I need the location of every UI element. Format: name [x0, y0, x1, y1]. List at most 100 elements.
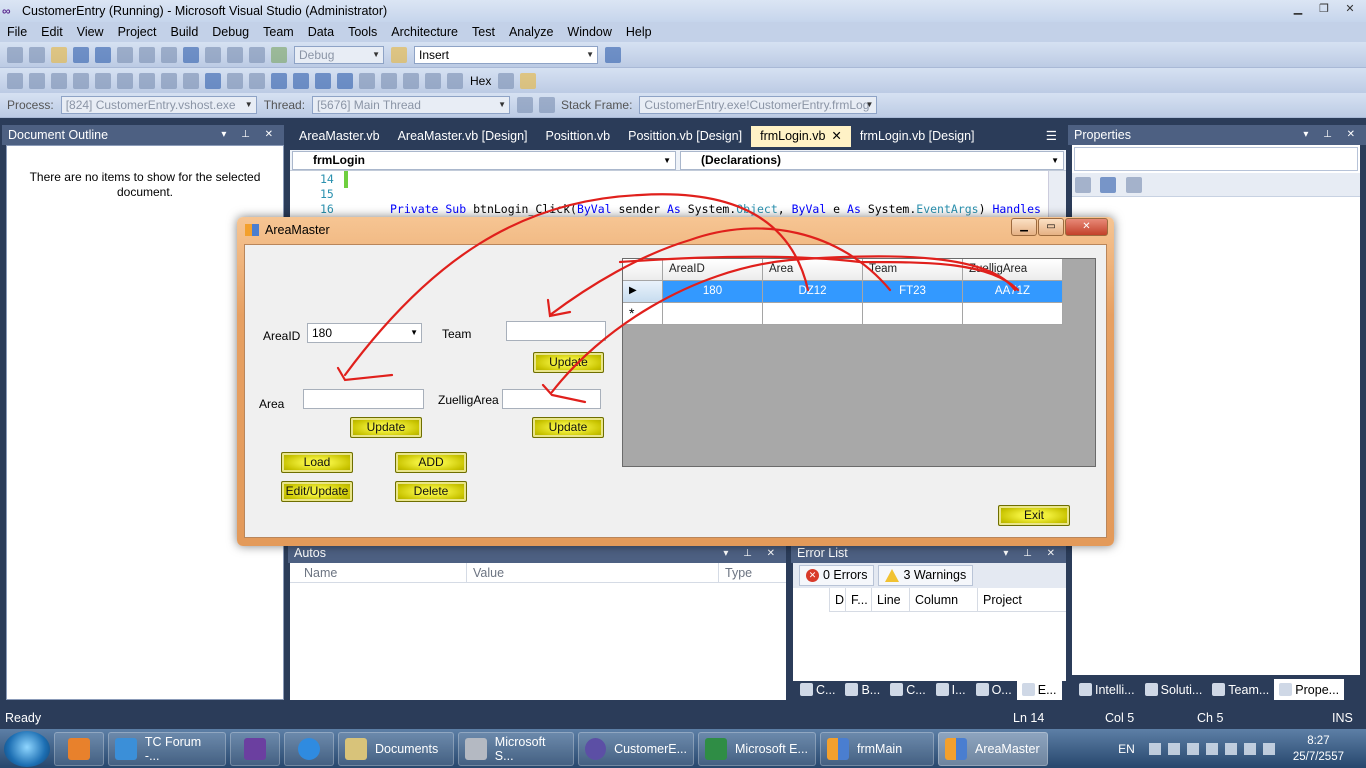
bookmark-icon[interactable]: [205, 72, 221, 89]
new-project-icon[interactable]: [7, 46, 23, 63]
cell-new-team[interactable]: [863, 303, 963, 325]
taskbar-media-player[interactable]: [54, 731, 104, 766]
member-combo[interactable]: (Declarations) ▼: [680, 151, 1064, 170]
taskbar-frmmain[interactable]: frmMain: [820, 731, 934, 766]
outdent-icon[interactable]: [139, 72, 155, 89]
clock[interactable]: 8:27 25/7/2557: [1293, 733, 1344, 765]
step-out-icon[interactable]: [425, 72, 441, 89]
col-area[interactable]: Area: [763, 259, 863, 281]
tab-areamaster-vb[interactable]: AreaMaster.vb: [290, 126, 389, 147]
new-row[interactable]: *: [623, 303, 1063, 325]
cell-area[interactable]: DZ12: [763, 281, 863, 303]
navigate-back-icon[interactable]: [227, 46, 243, 63]
cell-new-zuellig-area[interactable]: [963, 303, 1063, 325]
col-areaid[interactable]: AreaID: [663, 259, 763, 281]
col-file[interactable]: F...: [845, 588, 871, 611]
tab-breakpoints[interactable]: B...: [840, 679, 885, 700]
taskbar-microsoft-excel[interactable]: Microsoft E...: [698, 731, 816, 766]
close-button[interactable]: ✕: [1338, 1, 1362, 18]
drive-icon[interactable]: [1262, 742, 1275, 755]
cell-zuellig-area[interactable]: AA71Z: [963, 281, 1063, 303]
menu-file[interactable]: File: [0, 25, 34, 39]
menu-build[interactable]: Build: [163, 25, 205, 39]
menu-help[interactable]: Help: [619, 25, 659, 39]
area-update-button[interactable]: Update: [350, 417, 422, 438]
open-file-icon[interactable]: [51, 46, 67, 63]
object-combo[interactable]: frmLogin ▼: [292, 151, 676, 170]
tab-error-list[interactable]: E...: [1016, 679, 1062, 700]
stop-debug-icon[interactable]: [315, 72, 331, 89]
add-button[interactable]: ADD: [395, 452, 467, 473]
categorized-icon[interactable]: [1075, 177, 1091, 193]
windows-icon[interactable]: [520, 72, 537, 89]
save-all-icon[interactable]: [95, 46, 111, 63]
tab-output[interactable]: O...: [971, 679, 1017, 700]
stack-frame-combo[interactable]: CustomerEntry.exe!CustomerEntry.frmLog ▼: [639, 96, 878, 114]
align-icon[interactable]: [7, 72, 23, 89]
taskbar-customer-entry[interactable]: CustomerE...: [578, 731, 694, 766]
bookmark-prev-icon[interactable]: [227, 72, 243, 89]
start-debug-icon[interactable]: [271, 46, 287, 63]
tab-properties[interactable]: Prope...: [1274, 679, 1345, 700]
bookmark-next-icon[interactable]: [249, 72, 265, 89]
cell-new-areaid[interactable]: [663, 303, 763, 325]
tab-posittion-vb[interactable]: Posittion.vb: [537, 126, 620, 147]
process-combo[interactable]: [824] CustomerEntry.vshost.exe ▼: [60, 96, 257, 114]
menu-tools[interactable]: Tools: [341, 25, 384, 39]
redo-icon[interactable]: [205, 46, 221, 63]
tab-frmlogin-design[interactable]: frmLogin.vb [Design]: [851, 126, 984, 147]
tab-frmlogin-vb[interactable]: frmLogin.vb ✕: [751, 126, 851, 147]
tab-solution-explorer[interactable]: Soluti...: [1140, 679, 1208, 700]
toggle-flag-icon[interactable]: [517, 97, 534, 113]
breakpoints-icon[interactable]: [498, 72, 515, 89]
hex-toggle[interactable]: Hex: [470, 74, 491, 88]
continue-icon[interactable]: [271, 72, 287, 89]
volume-icon[interactable]: [1186, 742, 1199, 755]
comment-icon[interactable]: [161, 72, 177, 89]
zuellig-update-button[interactable]: Update: [532, 417, 604, 438]
errors-filter-button[interactable]: ✕ 0 Errors: [799, 565, 875, 586]
menu-team[interactable]: Team: [256, 25, 301, 39]
dialog-minimize-button[interactable]: ▁: [1011, 218, 1037, 236]
pin-icon[interactable]: ▾ ⊥ ✕: [1003, 544, 1061, 563]
zuellig-area-input[interactable]: [502, 389, 601, 409]
taskbar-visual-studio[interactable]: [230, 731, 280, 766]
close-tab-icon[interactable]: ✕: [831, 129, 841, 143]
load-button[interactable]: Load: [281, 452, 353, 473]
current-row-indicator[interactable]: ▶: [623, 281, 663, 303]
tab-call-stack[interactable]: C...: [795, 679, 840, 700]
data-grid[interactable]: AreaID Area Team ZuelligArea ▶ 180 DZ12 …: [622, 258, 1096, 467]
col-project[interactable]: Project: [977, 588, 1061, 611]
taskbar-microsoft-sql[interactable]: Microsoft S...: [458, 731, 574, 766]
pin-icon[interactable]: ▾ ⊥ ✕: [221, 125, 279, 145]
menu-window[interactable]: Window: [560, 25, 618, 39]
areaid-dropdown[interactable]: 180 ▼: [307, 323, 422, 343]
menu-architecture[interactable]: Architecture: [384, 25, 465, 39]
tray-flag-icon[interactable]: [1167, 742, 1180, 755]
taskbar-tc-forum[interactable]: TC Forum -...: [108, 731, 226, 766]
tab-dropdown-icon[interactable]: ☰: [1037, 126, 1066, 147]
copy-icon[interactable]: [139, 46, 155, 63]
restart-icon[interactable]: [337, 72, 353, 89]
find-combo[interactable]: Insert ▼: [414, 45, 598, 64]
col-zuellig-area[interactable]: ZuelligArea: [963, 259, 1063, 281]
delete-button[interactable]: Delete: [395, 481, 467, 502]
team-update-button[interactable]: Update: [533, 352, 604, 373]
uncomment-icon[interactable]: [183, 72, 199, 89]
menu-project[interactable]: Project: [111, 25, 164, 39]
navigate-forward-icon[interactable]: [249, 46, 265, 63]
menu-analyze[interactable]: Analyze: [502, 25, 560, 39]
font-size-icon[interactable]: [73, 72, 89, 89]
minimize-button[interactable]: ▁: [1286, 1, 1310, 18]
break-all-icon[interactable]: [293, 72, 309, 89]
col-column[interactable]: Column: [909, 588, 977, 611]
taskbar-areamaster[interactable]: AreaMaster: [938, 731, 1048, 766]
restore-button[interactable]: ❐: [1312, 1, 1336, 18]
tray-expand-icon[interactable]: [1148, 742, 1161, 755]
start-button[interactable]: [4, 730, 50, 767]
menu-data[interactable]: Data: [301, 25, 341, 39]
save-icon[interactable]: [73, 46, 89, 63]
warnings-filter-button[interactable]: 3 Warnings: [878, 565, 974, 586]
tab-team-explorer[interactable]: Team...: [1207, 679, 1274, 700]
quick-watch-icon[interactable]: [447, 72, 463, 89]
